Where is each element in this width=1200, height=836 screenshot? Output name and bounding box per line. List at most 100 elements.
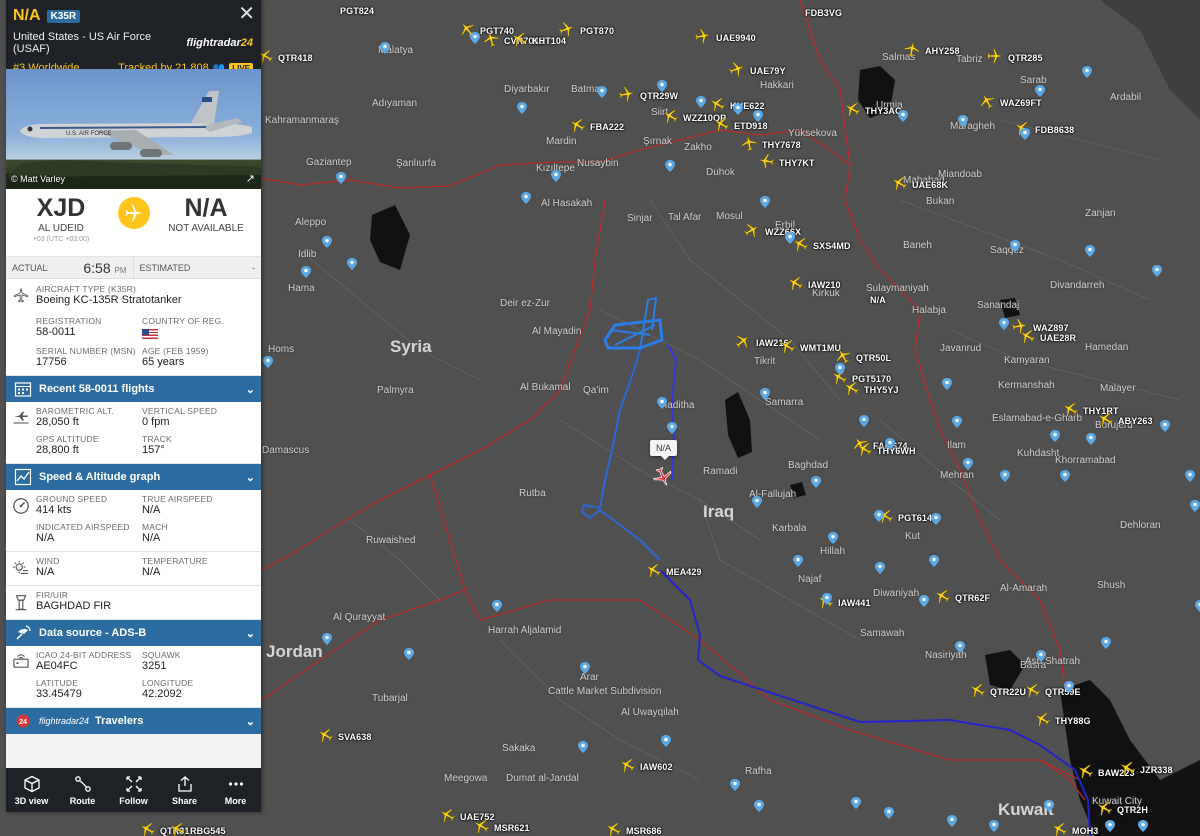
aircraft-icon[interactable] (472, 817, 490, 835)
airport-marker-icon[interactable] (667, 422, 677, 434)
aircraft-icon[interactable] (778, 337, 796, 355)
aircraft-icon[interactable] (1033, 710, 1051, 728)
aircraft-label[interactable]: THY6WH (877, 446, 916, 456)
airport-marker-icon[interactable] (875, 562, 885, 574)
selected-aircraft-icon[interactable] (652, 466, 674, 488)
aircraft-label[interactable]: PGT824 (340, 6, 374, 16)
aircraft-icon[interactable] (1118, 759, 1136, 777)
aircraft-icon[interactable] (316, 726, 334, 744)
aircraft-icon[interactable] (757, 152, 775, 170)
aircraft-label[interactable]: IAW602 (640, 762, 673, 772)
aircraft-label[interactable]: PGT614 (898, 513, 932, 523)
aircraft-label[interactable]: QTR418 (278, 53, 313, 63)
airport-marker-icon[interactable] (1101, 637, 1111, 649)
aircraft-icon[interactable] (890, 174, 908, 192)
airport-marker-icon[interactable] (754, 800, 764, 812)
aircraft-icon[interactable] (644, 561, 662, 579)
aircraft-icon[interactable] (978, 92, 996, 110)
aircraft-icon[interactable] (903, 40, 921, 58)
close-icon[interactable]: ✕ (238, 4, 255, 24)
airport-marker-icon[interactable] (1190, 500, 1200, 512)
airport-marker-icon[interactable] (1050, 430, 1060, 442)
airport-marker-icon[interactable] (336, 172, 346, 184)
aircraft-icon[interactable] (604, 820, 622, 836)
aircraft-label[interactable]: THY7KT (779, 158, 815, 168)
airport-marker-icon[interactable] (1105, 820, 1115, 832)
airport-marker-icon[interactable] (884, 807, 894, 819)
aircraft-icon[interactable] (933, 587, 951, 605)
aircraft-label[interactable]: FDB3VG (805, 8, 842, 18)
aircraft-label[interactable]: QTR50L (856, 353, 891, 363)
selected-aircraft-callout[interactable]: N/A (650, 440, 678, 460)
airport-marker-icon[interactable] (657, 80, 667, 92)
airport-marker-icon[interactable] (661, 735, 671, 747)
airport-marker-icon[interactable] (898, 110, 908, 122)
aircraft-label[interactable]: FDB8638 (1035, 125, 1074, 135)
airport-marker-icon[interactable] (929, 555, 939, 567)
airport-marker-icon[interactable] (931, 513, 941, 525)
airport-marker-icon[interactable] (1036, 650, 1046, 662)
aircraft-icon[interactable] (510, 30, 528, 48)
3d-view-button[interactable]: 3D view (6, 768, 57, 812)
airport-marker-icon[interactable] (733, 103, 743, 115)
aircraft-label[interactable]: N/A (870, 295, 886, 305)
airport-marker-icon[interactable] (263, 356, 273, 368)
follow-button[interactable]: Follow (108, 768, 159, 812)
route-button[interactable]: Route (57, 768, 108, 812)
aircraft-label[interactable]: UAE68K (912, 180, 948, 190)
airport-marker-icon[interactable] (578, 741, 588, 753)
airport-marker-icon[interactable] (851, 797, 861, 809)
aircraft-label[interactable]: IAW441 (838, 598, 871, 608)
aircraft-label[interactable]: AHY258 (925, 46, 960, 56)
aircraft-label[interactable]: UAE28R (1040, 333, 1076, 343)
airport-marker-icon[interactable] (1138, 820, 1148, 832)
airport-marker-icon[interactable] (1000, 470, 1010, 482)
airport-marker-icon[interactable] (492, 600, 502, 612)
aircraft-label[interactable]: THY88G (1055, 716, 1091, 726)
airport-marker-icon[interactable] (1010, 240, 1020, 252)
aircraft-icon[interactable] (618, 756, 636, 774)
aircraft-label[interactable]: MSR621 (494, 823, 530, 833)
airport-marker-icon[interactable] (1160, 420, 1170, 432)
airport-marker-icon[interactable] (874, 510, 884, 522)
aircraft-label[interactable]: MOH3 (1072, 826, 1098, 836)
airport-marker-icon[interactable] (828, 532, 838, 544)
airport-marker-icon[interactable] (793, 555, 803, 567)
airport-marker-icon[interactable] (947, 815, 957, 827)
airport-marker-icon[interactable] (1152, 265, 1162, 277)
airport-marker-icon[interactable] (760, 388, 770, 400)
airport-marker-icon[interactable] (404, 648, 414, 660)
aircraft-icon[interactable] (1096, 410, 1114, 428)
recent-flights-bar[interactable]: Recent 58-0011 flights ⌄ (6, 376, 261, 402)
aircraft-label[interactable]: ETD918 (734, 121, 768, 131)
airport-marker-icon[interactable] (1085, 245, 1095, 257)
airport-marker-icon[interactable] (551, 170, 561, 182)
aircraft-icon[interactable] (842, 379, 860, 397)
airport-marker-icon[interactable] (521, 192, 531, 204)
aircraft-icon[interactable] (438, 806, 456, 824)
aircraft-icon[interactable] (855, 440, 873, 458)
airport-marker-icon[interactable] (1195, 600, 1200, 612)
data-source-bar[interactable]: Data source - ADS-B ⌄ (6, 620, 261, 646)
speed-altitude-graph-bar[interactable]: Speed & Altitude graph ⌄ (6, 464, 261, 490)
airport-marker-icon[interactable] (597, 86, 607, 98)
airport-marker-icon[interactable] (1082, 66, 1092, 78)
aircraft-icon[interactable] (786, 274, 804, 292)
aircraft-label[interactable]: ABY263 (1118, 416, 1153, 426)
aircraft-icon[interactable] (138, 820, 156, 836)
airport-marker-icon[interactable] (517, 102, 527, 114)
origin-code[interactable]: XJD (6, 194, 116, 222)
airport-marker-icon[interactable] (470, 32, 480, 44)
airport-marker-icon[interactable] (322, 633, 332, 645)
aircraft-label[interactable]: QTR2H (1117, 805, 1148, 815)
airport-marker-icon[interactable] (665, 160, 675, 172)
airport-marker-icon[interactable] (1035, 85, 1045, 97)
airport-marker-icon[interactable] (942, 378, 952, 390)
airport-marker-icon[interactable] (760, 196, 770, 208)
airport-marker-icon[interactable] (322, 236, 332, 248)
aircraft-label[interactable]: PGT870 (580, 26, 614, 36)
aircraft-label[interactable]: RBG545 (190, 826, 226, 836)
aircraft-icon[interactable] (618, 85, 636, 103)
airport-marker-icon[interactable] (1044, 800, 1054, 812)
aircraft-label[interactable]: QTR285 (1008, 53, 1043, 63)
